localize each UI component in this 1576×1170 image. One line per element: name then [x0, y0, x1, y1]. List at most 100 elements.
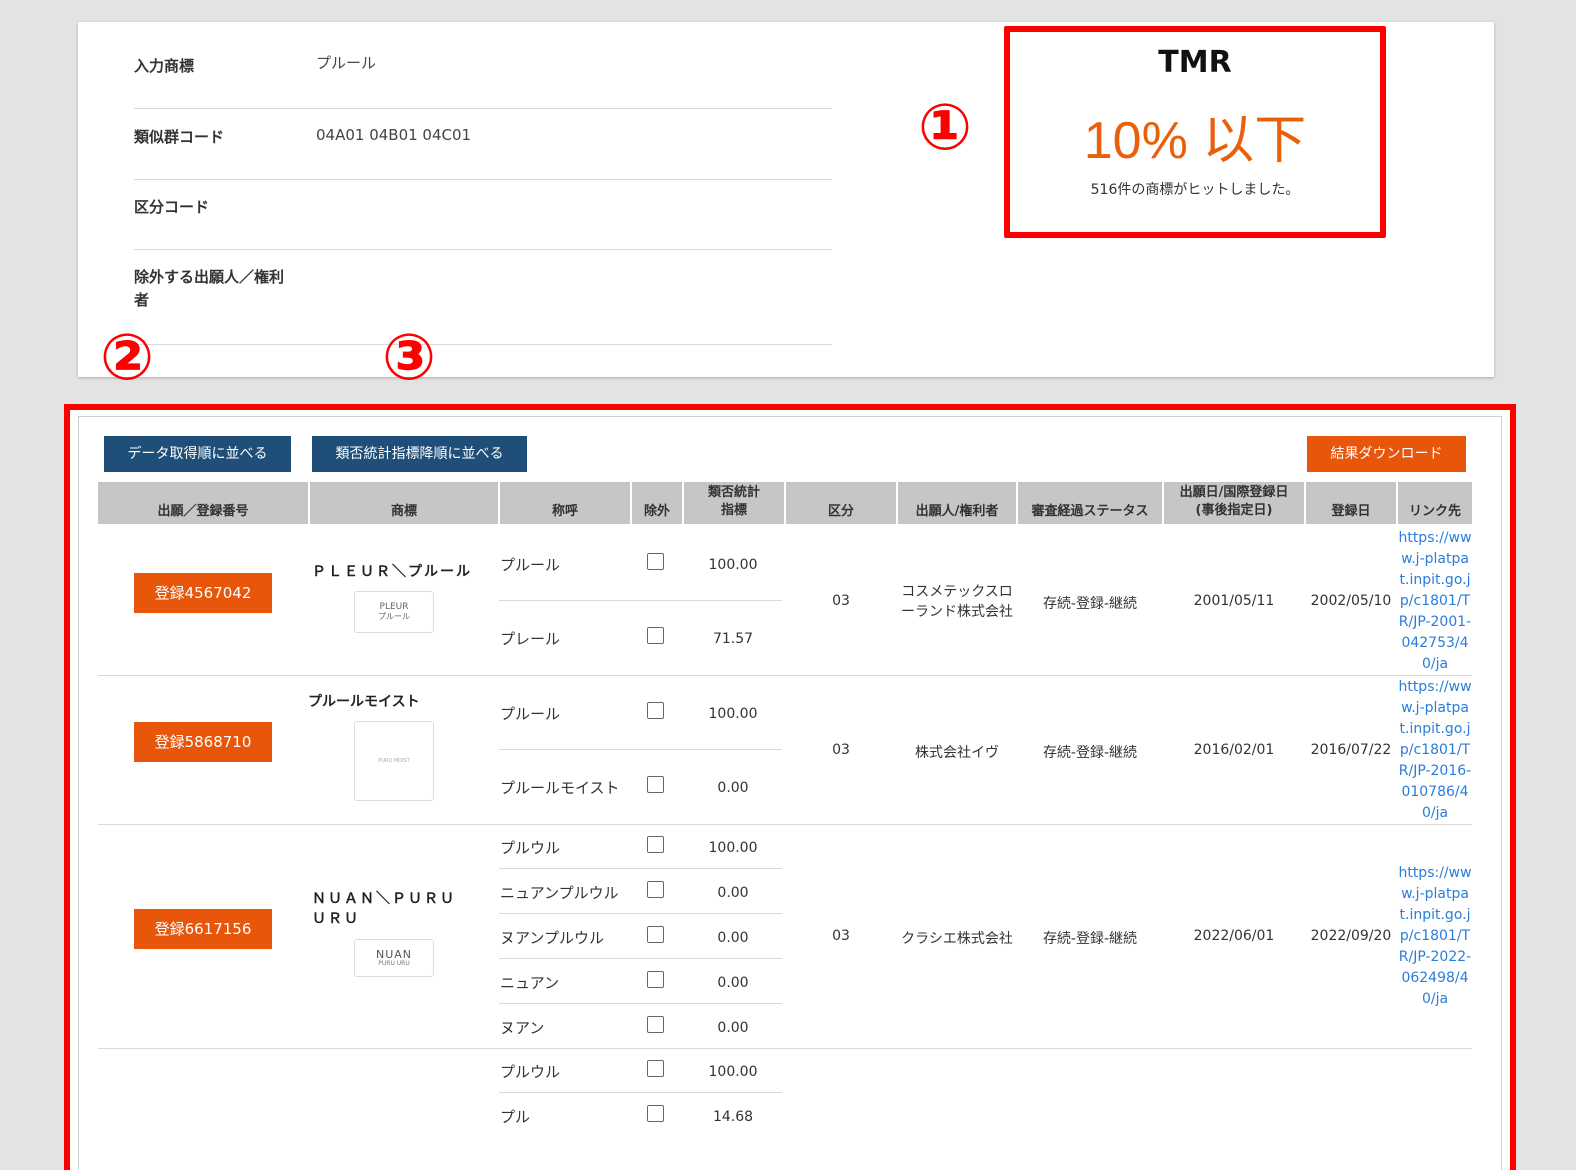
sub-row-divider	[499, 600, 782, 601]
exclude-checkbox[interactable]	[647, 971, 664, 988]
call-text: ヌアン	[500, 1019, 545, 1037]
call-text: ヌアンプルウル	[500, 929, 604, 947]
header-score-line1: 類否統計	[707, 484, 760, 500]
registration-date: 2002/05/10	[1310, 593, 1392, 609]
registration-date: 2022/09/20	[1310, 928, 1392, 944]
similar-group-row: 類似群コード 04A01 04B01 04C01	[134, 108, 832, 180]
tmr-summary-box: TMR 10% 以下 516件の商標がヒットしました。	[1004, 26, 1386, 238]
mark-image: PURU MOIST	[354, 721, 434, 801]
mark-name: ＰＬＥＵＲ＼プルール	[312, 564, 472, 580]
mark-image: PLEUR プルール	[354, 591, 434, 633]
exclude-checkbox[interactable]	[647, 702, 664, 719]
mark-image-text: PURU URU	[378, 960, 410, 967]
header-link: リンク先	[1398, 482, 1472, 524]
header-call: 称呼	[500, 482, 630, 524]
similarity-score: 0.00	[717, 1020, 749, 1036]
class-code: 03	[832, 742, 850, 758]
jplatpat-link[interactable]: https://www.j-platpat.inpit.go.jp/c1801/…	[1397, 528, 1473, 675]
header-number: 出願／登録番号	[98, 482, 308, 524]
similarity-score: 0.00	[717, 885, 749, 901]
similarity-score: 0.00	[717, 975, 749, 991]
status-text: 存続-登録-継続	[1042, 745, 1138, 761]
call-text: プルウル	[500, 1063, 561, 1081]
sub-row-divider	[499, 749, 782, 750]
exclude-checkbox[interactable]	[647, 836, 664, 853]
call-text: プルールモイスト	[500, 779, 620, 797]
exclude-checkbox[interactable]	[647, 1060, 664, 1077]
mark-name: プルールモイスト	[308, 694, 420, 710]
tmr-hit-count: 516件の商標がヒットしました。	[1090, 182, 1300, 198]
exclude-checkbox[interactable]	[647, 627, 664, 644]
sort-by-date-button[interactable]: データ取得順に並べる	[104, 436, 291, 472]
mark-image: NUAN PURU URU	[354, 939, 434, 977]
registration-number-button[interactable]: 登録5868710	[134, 722, 272, 762]
call-text: ニュアンプルウル	[500, 884, 619, 902]
exclude-checkbox[interactable]	[647, 1016, 664, 1033]
results-panel	[78, 416, 1502, 1170]
similarity-score: 100.00	[708, 1064, 758, 1080]
input-mark-value: プルール	[316, 54, 377, 72]
sort-by-similarity-button[interactable]: 類否統計指標降順に並べる	[312, 436, 527, 472]
header-filing-date-line2: (事後指定日)	[1195, 502, 1273, 518]
similarity-score: 14.68	[712, 1109, 754, 1125]
status-text: 存続-登録-継続	[1042, 931, 1138, 947]
sub-row-divider	[499, 958, 782, 959]
similarity-score: 100.00	[708, 706, 758, 722]
call-text: プルール	[500, 556, 561, 574]
row-divider	[98, 1048, 1472, 1049]
sub-row-divider	[499, 868, 782, 869]
mark-image-text: プルール	[378, 612, 410, 621]
call-text: プル	[500, 1108, 531, 1126]
mark-image-text: NUAN	[375, 948, 413, 961]
exclude-checkbox[interactable]	[647, 553, 664, 570]
call-text: プルウル	[500, 839, 561, 857]
registration-number-button[interactable]: 登録4567042	[134, 573, 272, 613]
status-text: 存続-登録-継続	[1042, 596, 1138, 612]
owner-name: コスメテックスローランド株式会社	[901, 584, 1013, 620]
registration-date: 2016/07/22	[1310, 742, 1392, 758]
header-class: 区分	[786, 482, 896, 524]
class-code-row: 区分コード	[134, 179, 832, 250]
class-code: 03	[832, 593, 850, 609]
owner-name: クラシエ株式会社	[901, 931, 1013, 947]
annotation-3: ③	[382, 321, 437, 395]
header-score-line2: 指標	[720, 502, 747, 518]
header-exclude: 除外	[632, 482, 682, 524]
header-reg-date: 登録日	[1306, 482, 1396, 524]
class-code: 03	[832, 928, 850, 944]
sub-row-divider	[499, 913, 782, 914]
call-text: ニュアン	[500, 974, 560, 992]
input-mark-row: 入力商標 プルール	[134, 22, 832, 109]
class-code-label: 区分コード	[134, 198, 210, 216]
input-mark-label: 入力商標	[134, 57, 195, 75]
sub-row-divider	[499, 1092, 782, 1093]
exclude-checkbox[interactable]	[647, 881, 664, 898]
registration-number-button[interactable]: 登録6617156	[134, 909, 272, 949]
exclude-owner-label: 除外する出願人／権利者	[134, 268, 285, 309]
header-filing-date: 出願日/国際登録日 (事後指定日)	[1164, 482, 1304, 524]
similar-group-label: 類似群コード	[134, 128, 225, 146]
row-divider	[98, 675, 1472, 676]
sub-row-divider	[499, 1003, 782, 1004]
similar-group-value: 04A01 04B01 04C01	[316, 126, 472, 144]
similarity-score: 71.57	[712, 631, 754, 647]
mark-image-text: PLEUR	[379, 602, 409, 612]
exclude-checkbox[interactable]	[647, 926, 664, 943]
similarity-score: 0.00	[717, 780, 749, 796]
exclude-checkbox[interactable]	[647, 1105, 664, 1122]
exclude-checkbox[interactable]	[647, 776, 664, 793]
filing-date: 2022/06/01	[1193, 928, 1275, 944]
header-status: 審査経過ステータス	[1018, 482, 1162, 524]
row-divider	[98, 824, 1472, 825]
mark-image-text: PURU MOIST	[378, 758, 410, 764]
tmr-title: TMR	[1158, 45, 1232, 80]
header-filing-date-line1: 出願日/国際登録日	[1179, 484, 1289, 500]
similarity-score: 100.00	[708, 557, 758, 573]
similarity-score: 0.00	[717, 930, 749, 946]
call-text: プルール	[500, 705, 561, 723]
download-results-button[interactable]: 結果ダウンロード	[1307, 436, 1466, 472]
call-text: プレール	[500, 630, 561, 648]
jplatpat-link[interactable]: https://www.j-platpat.inpit.go.jp/c1801/…	[1397, 677, 1473, 824]
filing-date: 2016/02/01	[1193, 742, 1275, 758]
jplatpat-link[interactable]: https://www.j-platpat.inpit.go.jp/c1801/…	[1397, 863, 1473, 1010]
